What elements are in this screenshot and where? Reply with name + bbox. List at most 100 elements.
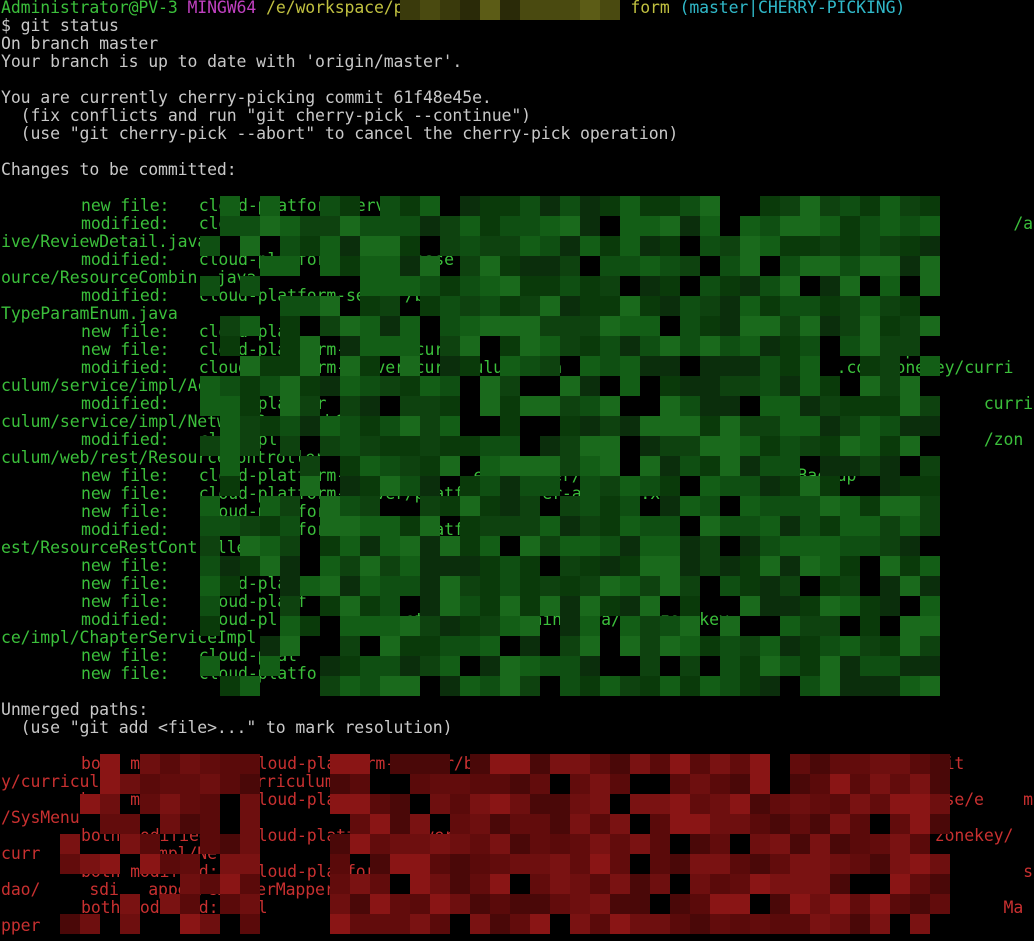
redaction-block	[370, 914, 390, 934]
redaction-block	[840, 556, 860, 576]
unmerged-line-cont: pper	[1, 916, 119, 935]
redaction-block	[920, 196, 940, 216]
redaction-block	[660, 556, 680, 576]
redaction-block	[720, 636, 740, 656]
redaction-block	[460, 636, 480, 656]
redaction-block	[500, 556, 520, 576]
staged-line: new file: cloud-platfo n	[81, 664, 867, 683]
redaction-block	[620, 556, 640, 576]
staged-line: new file: cloud-platform-server/ ionsBac…	[81, 196, 867, 215]
unmerged-line-cont: /SysMenu .	[1, 808, 178, 827]
redaction-block	[440, 376, 460, 396]
redaction-block	[280, 556, 300, 576]
prompt-branch-state: (master|CHERRY-PICKING)	[679, 0, 906, 17]
redaction-block	[660, 376, 680, 396]
staged-line-cont: culum/service/impl/ActiveSer	[1, 376, 276, 395]
branch-line: On branch master	[1, 34, 159, 53]
redaction-block	[400, 636, 420, 656]
redaction-block	[560, 376, 580, 396]
redaction-block	[880, 656, 900, 676]
staged-line: new file: cloud-platf	[81, 592, 307, 611]
redaction-block	[760, 376, 780, 396]
redaction-block	[780, 636, 800, 656]
redaction-block	[470, 914, 490, 934]
staged-line-cont: culum/service/impl/NetworkResearchCurr	[1, 412, 374, 431]
hint-continue-line: (fix conflicts and run "git cherry-pick …	[1, 106, 531, 125]
redaction-block	[680, 376, 700, 396]
redaction-block	[520, 536, 540, 556]
redaction-block	[580, 576, 600, 596]
redaction-block	[880, 496, 900, 516]
staged-line: new file: cloud-platform-server/curr .xm…	[81, 340, 916, 359]
redaction-block	[440, 636, 460, 656]
prompt-path-tail: form	[630, 0, 670, 17]
staged-line-cont: ce/impl/ChapterServiceImpl.	[1, 628, 266, 647]
redaction-block	[350, 914, 370, 934]
redaction-block	[480, 556, 500, 576]
redaction-block	[880, 476, 900, 496]
redaction-block	[620, 376, 640, 396]
redaction-block	[780, 576, 800, 596]
cherry-pick-line: You are currently cherry-picking commit …	[1, 88, 492, 107]
redaction-block	[600, 536, 620, 556]
redaction-block	[280, 536, 300, 556]
redaction-block	[880, 676, 900, 696]
redaction-block	[780, 536, 800, 556]
redaction-block	[580, 636, 600, 656]
unmerged-line-cont: y/curriculumMoveTeachingCurriculum	[1, 772, 335, 791]
redaction-block	[860, 496, 880, 516]
redaction-block	[870, 914, 890, 934]
redaction-block	[330, 914, 350, 934]
redaction-block	[860, 636, 880, 656]
redaction-block	[880, 636, 900, 656]
redaction-block	[860, 536, 880, 556]
redaction-block	[820, 376, 840, 396]
redaction-block	[560, 556, 580, 576]
redaction-block	[670, 914, 690, 934]
redaction-block	[700, 636, 720, 656]
staged-line: modified: cloud-platfor agem n/java/com/…	[81, 394, 1033, 413]
redaction-block	[640, 536, 660, 556]
redaction-block	[920, 456, 940, 476]
redaction-block	[700, 536, 720, 556]
staged-line: modified: cloud-platform-server/base key…	[81, 214, 1034, 233]
redaction-block	[680, 636, 700, 656]
redaction-block	[440, 536, 460, 556]
redaction-block	[340, 556, 360, 576]
redaction-block	[770, 914, 790, 934]
redaction-block	[760, 576, 780, 596]
redaction-block	[680, 556, 700, 576]
redaction-block	[760, 556, 780, 576]
changes-header: Changes to be committed:	[1, 160, 237, 179]
redaction-block	[390, 914, 410, 934]
redaction-block	[400, 536, 420, 556]
redaction-block	[630, 914, 650, 934]
staged-line: modified: cloud-platform-server/platform…	[81, 520, 1034, 539]
redaction-block	[740, 636, 760, 656]
redaction-block	[650, 914, 670, 934]
prompt-system: MINGW64	[187, 0, 257, 17]
unmerged-line: both modified: cloud-platform-server/bas…	[81, 754, 965, 773]
redaction-block	[480, 376, 500, 396]
redaction-block	[340, 636, 360, 656]
redaction-block	[880, 536, 900, 556]
staged-line-cont: ource/ResourceCombin .java	[1, 268, 257, 287]
redaction-block	[280, 376, 300, 396]
redaction-block	[510, 914, 530, 934]
redaction-block	[560, 636, 580, 656]
redaction-block	[420, 536, 440, 556]
unmerged-line: both modified: cl ettings/ Ma	[81, 898, 1024, 917]
redaction-block	[790, 914, 810, 934]
redaction-block	[660, 576, 680, 596]
redaction-block	[840, 576, 860, 596]
redaction-block	[660, 536, 680, 556]
redaction-block	[320, 556, 340, 576]
redaction-block	[360, 556, 380, 576]
redaction-block	[560, 536, 580, 556]
redaction-block	[320, 536, 340, 556]
terminal-window[interactable]: Administrator@PV-3 MINGW64 /e/workspace/…	[0, 0, 1034, 941]
prompt-user-host: Administrator@PV-3	[1, 0, 178, 17]
redaction-block	[560, 576, 580, 596]
redaction-block	[920, 556, 940, 576]
redaction-block	[920, 476, 940, 496]
